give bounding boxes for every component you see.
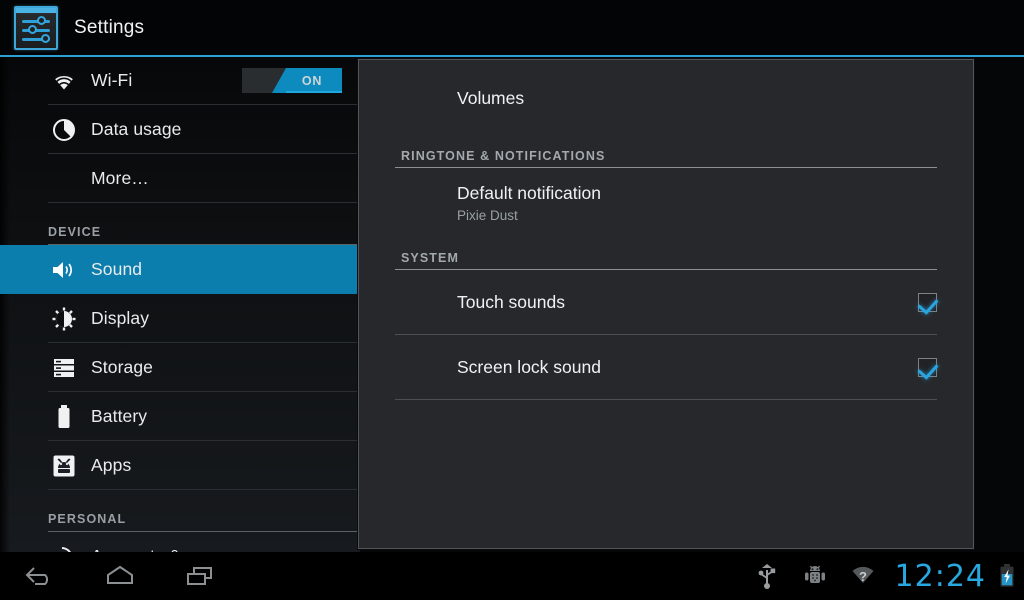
- sidebar-section-personal: PERSONAL: [0, 490, 360, 532]
- sync-icon: [48, 541, 80, 552]
- android-apps-icon: [48, 450, 80, 482]
- screen-lock-sound-checkbox[interactable]: [918, 358, 937, 377]
- section-header-label: SYSTEM: [401, 251, 459, 265]
- status-clock: 12:24: [894, 558, 986, 594]
- sound-settings-panel: Volumes RINGTONE & NOTIFICATIONS Default…: [358, 59, 974, 549]
- sidebar-item-more[interactable]: More…: [0, 154, 360, 203]
- title-bar: Settings: [0, 0, 1024, 56]
- sidebar-item-display[interactable]: Display: [0, 294, 360, 343]
- sidebar-item-apps[interactable]: Apps: [0, 441, 360, 490]
- row-texts: Default notification Pixie Dust: [457, 183, 937, 223]
- row-primary-label: Screen lock sound: [457, 357, 601, 377]
- touch-sounds-checkbox[interactable]: [918, 293, 937, 312]
- usb-icon[interactable]: [743, 552, 791, 600]
- sidebar-item-label: Wi-Fi: [91, 70, 133, 90]
- sidebar-section-label: PERSONAL: [48, 512, 127, 526]
- settings-sidebar[interactable]: Wi-Fi ON Data usage More… DEVICE Sound D…: [0, 57, 360, 552]
- sidebar-section-label: DEVICE: [48, 225, 102, 239]
- sidebar-item-label: Apps: [91, 455, 132, 475]
- speaker-icon: [48, 254, 80, 286]
- wifi-question-icon[interactable]: ?: [839, 552, 887, 600]
- data-usage-icon: [48, 114, 80, 146]
- system-navigation-bar: ? 12:24: [0, 552, 1024, 600]
- sidebar-item-label: Battery: [91, 406, 148, 426]
- icon-cap: [16, 8, 56, 13]
- page-title: Settings: [74, 17, 145, 38]
- row-divider: [395, 399, 937, 400]
- section-header-ringtone: RINGTONE & NOTIFICATIONS: [359, 136, 973, 168]
- sidebar-item-storage[interactable]: Storage: [0, 343, 360, 392]
- status-bar-right: ? 12:24: [743, 552, 1024, 600]
- back-arrow-icon[interactable]: [0, 552, 80, 600]
- icon-slider-knob-1: [37, 16, 46, 25]
- sidebar-item-label: Sound: [91, 259, 143, 279]
- brightness-icon: [48, 303, 80, 335]
- recent-apps-icon[interactable]: [160, 552, 240, 600]
- row-default-notification[interactable]: Default notification Pixie Dust: [359, 168, 973, 238]
- body-area: Wi-Fi ON Data usage More… DEVICE Sound D…: [0, 57, 1024, 552]
- toggle-underline: [286, 91, 342, 93]
- row-primary-label: Touch sounds: [457, 292, 565, 312]
- battery-charging-icon[interactable]: [990, 552, 1024, 600]
- sidebar-item-label: Data usage: [91, 119, 182, 139]
- sidebar-item-wifi[interactable]: Wi-Fi ON: [0, 57, 360, 105]
- sidebar-item-label: Display: [91, 308, 150, 328]
- icon-slider-knob-2: [28, 25, 37, 34]
- row-primary-label: Default notification: [457, 183, 601, 203]
- android-settings-screen: Settings Wi-Fi ON Data usage More… DEVIC…: [0, 0, 1024, 600]
- storage-icon: [48, 352, 80, 384]
- svg-text:?: ?: [859, 569, 867, 584]
- sidebar-item-battery[interactable]: Battery: [0, 392, 360, 441]
- wifi-icon: [48, 65, 80, 97]
- row-secondary-label: Pixie Dust: [457, 208, 518, 223]
- row-touch-sounds[interactable]: Touch sounds: [359, 270, 973, 335]
- wifi-toggle-switch[interactable]: ON: [242, 68, 342, 93]
- icon-slider-knob-3: [41, 34, 50, 43]
- home-icon[interactable]: [80, 552, 160, 600]
- sidebar-item-label: Storage: [91, 357, 153, 377]
- android-debug-icon[interactable]: [791, 552, 839, 600]
- volumes-row[interactable]: Volumes: [359, 60, 973, 136]
- sidebar-section-device: DEVICE: [0, 203, 360, 245]
- sidebar-list: Wi-Fi ON Data usage More… DEVICE Sound D…: [0, 57, 360, 552]
- sidebar-item-sound[interactable]: Sound: [0, 245, 360, 294]
- sidebar-item-accounts-sync[interactable]: Accounts & sync: [0, 532, 360, 552]
- row-texts: Touch sounds: [457, 292, 918, 313]
- section-header-system: SYSTEM: [359, 238, 973, 270]
- row-texts: Screen lock sound: [457, 357, 918, 378]
- row-screen-lock-sound[interactable]: Screen lock sound: [359, 335, 973, 400]
- battery-icon: [48, 401, 80, 433]
- sidebar-item-label: More…: [91, 168, 149, 188]
- sidebar-item-data-usage[interactable]: Data usage: [0, 105, 360, 154]
- section-header-label: RINGTONE & NOTIFICATIONS: [401, 149, 606, 163]
- volumes-label: Volumes: [457, 87, 525, 108]
- settings-sliders-icon[interactable]: [14, 6, 58, 50]
